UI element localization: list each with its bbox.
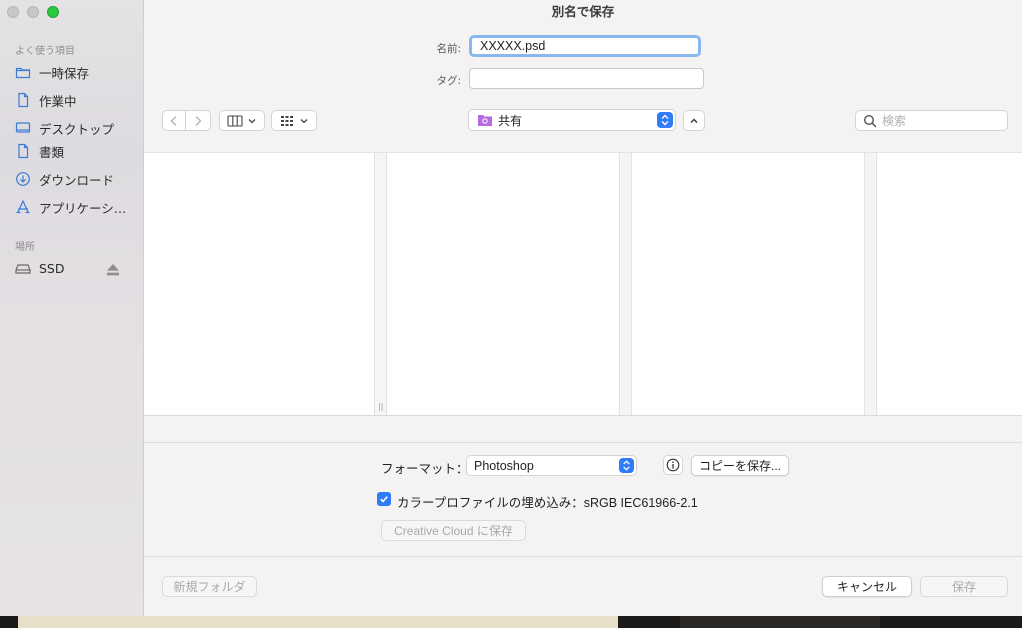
sidebar-item-downloads[interactable]: ダウンロード [15, 168, 135, 190]
sidebar-item-label: 書類 [39, 144, 65, 160]
column-view-icon [227, 114, 243, 127]
sidebar-item-desktop[interactable]: デスクトップ [15, 117, 135, 139]
filename-input[interactable] [469, 35, 701, 57]
sidebar-item-applications[interactable]: アプリケーシ… [15, 196, 135, 218]
name-label: 名前: [436, 43, 461, 55]
sidebar-section-favorites: よく使う項目 [15, 46, 75, 57]
format-popup[interactable]: Photoshop [466, 455, 637, 476]
group-button[interactable] [271, 110, 317, 131]
divider [144, 556, 1022, 557]
desktop-icon [15, 122, 31, 133]
file-browser[interactable]: || [144, 152, 1022, 416]
minimize-window-button[interactable] [27, 6, 39, 18]
sidebar-item-temp-save[interactable]: 一時保存 [15, 61, 135, 83]
close-window-button[interactable] [7, 6, 19, 18]
info-button[interactable] [663, 455, 683, 475]
expand-collapse-button[interactable] [683, 110, 705, 131]
drive-icon [15, 264, 31, 274]
format-stepper [619, 458, 634, 473]
format-label: フォーマット： [381, 462, 469, 476]
applications-icon [16, 200, 30, 214]
updown-chevron-icon [661, 114, 669, 126]
eject-icon[interactable] [105, 262, 121, 278]
shared-folder-icon [478, 115, 492, 126]
resize-grip-icon[interactable]: || [378, 402, 383, 411]
chevron-left-icon [170, 115, 177, 126]
zoom-window-button[interactable] [47, 6, 59, 18]
cancel-button[interactable]: キャンセル [822, 576, 912, 597]
background-dark [680, 616, 880, 628]
location-stepper [657, 112, 673, 128]
chevron-down-icon [248, 118, 256, 123]
download-icon [16, 172, 30, 186]
background-paper [18, 616, 618, 628]
chevron-down-icon [300, 118, 308, 123]
save-to-creative-cloud-button[interactable]: Creative Cloud に保存 [381, 520, 526, 541]
format-value: Photoshop [474, 458, 534, 473]
sidebar-item-label: ダウンロード [39, 172, 115, 188]
save-button[interactable]: 保存 [920, 576, 1008, 597]
location-popup[interactable]: 共有 [468, 109, 676, 131]
sidebar-item-label: 一時保存 [39, 65, 90, 81]
search-field[interactable]: 検索 [855, 110, 1008, 131]
embed-profile-label: カラープロファイルの埋め込み：sRGB IEC61966-2.1 [397, 496, 698, 510]
forward-button[interactable] [186, 110, 211, 131]
column-divider[interactable] [619, 153, 632, 415]
save-copy-button[interactable]: コピーを保存... [691, 455, 789, 476]
sidebar-item-working[interactable]: 作業中 [15, 89, 135, 111]
divider [144, 442, 1022, 443]
chevron-up-icon [690, 118, 698, 123]
sidebar-section-locations: 場所 [15, 242, 35, 253]
column-divider[interactable] [864, 153, 877, 415]
checkmark-icon [380, 496, 388, 503]
column-divider[interactable]: || [374, 153, 387, 415]
dialog-title: 別名で保存 [551, 4, 615, 19]
sidebar-item-label: アプリケーシ… [39, 200, 127, 216]
sidebar-item-label: 作業中 [39, 93, 77, 109]
sidebar-item-documents[interactable]: 書類 [15, 140, 135, 162]
save-dialog: 別名で保存 名前: タグ: 共有 検索 || [144, 0, 1022, 616]
tags-input[interactable] [469, 68, 704, 89]
back-button[interactable] [162, 110, 186, 131]
grid-icon [281, 115, 293, 126]
sidebar-item-ssd[interactable]: SSD [15, 257, 135, 279]
view-mode-button[interactable] [219, 110, 265, 131]
sidebar-item-label: デスクトップ [39, 121, 115, 137]
updown-chevron-icon [623, 460, 630, 471]
background-document [0, 616, 1022, 628]
sidebar: よく使う項目 一時保存 作業中 デスクトップ 書類 ダウンロード アプリケーシ…… [0, 0, 144, 616]
folder-icon [15, 67, 31, 79]
search-icon [863, 114, 877, 127]
embed-profile-checkbox[interactable] [377, 492, 391, 506]
location-label: 共有 [498, 113, 523, 128]
document-icon [18, 92, 29, 108]
document-icon [18, 143, 29, 159]
info-icon [666, 458, 680, 472]
sidebar-item-label: SSD [39, 260, 65, 276]
chevron-right-icon [195, 115, 202, 126]
tag-label: タグ: [436, 75, 461, 87]
search-placeholder: 検索 [882, 114, 907, 128]
new-folder-button[interactable]: 新規フォルダ [162, 576, 257, 597]
